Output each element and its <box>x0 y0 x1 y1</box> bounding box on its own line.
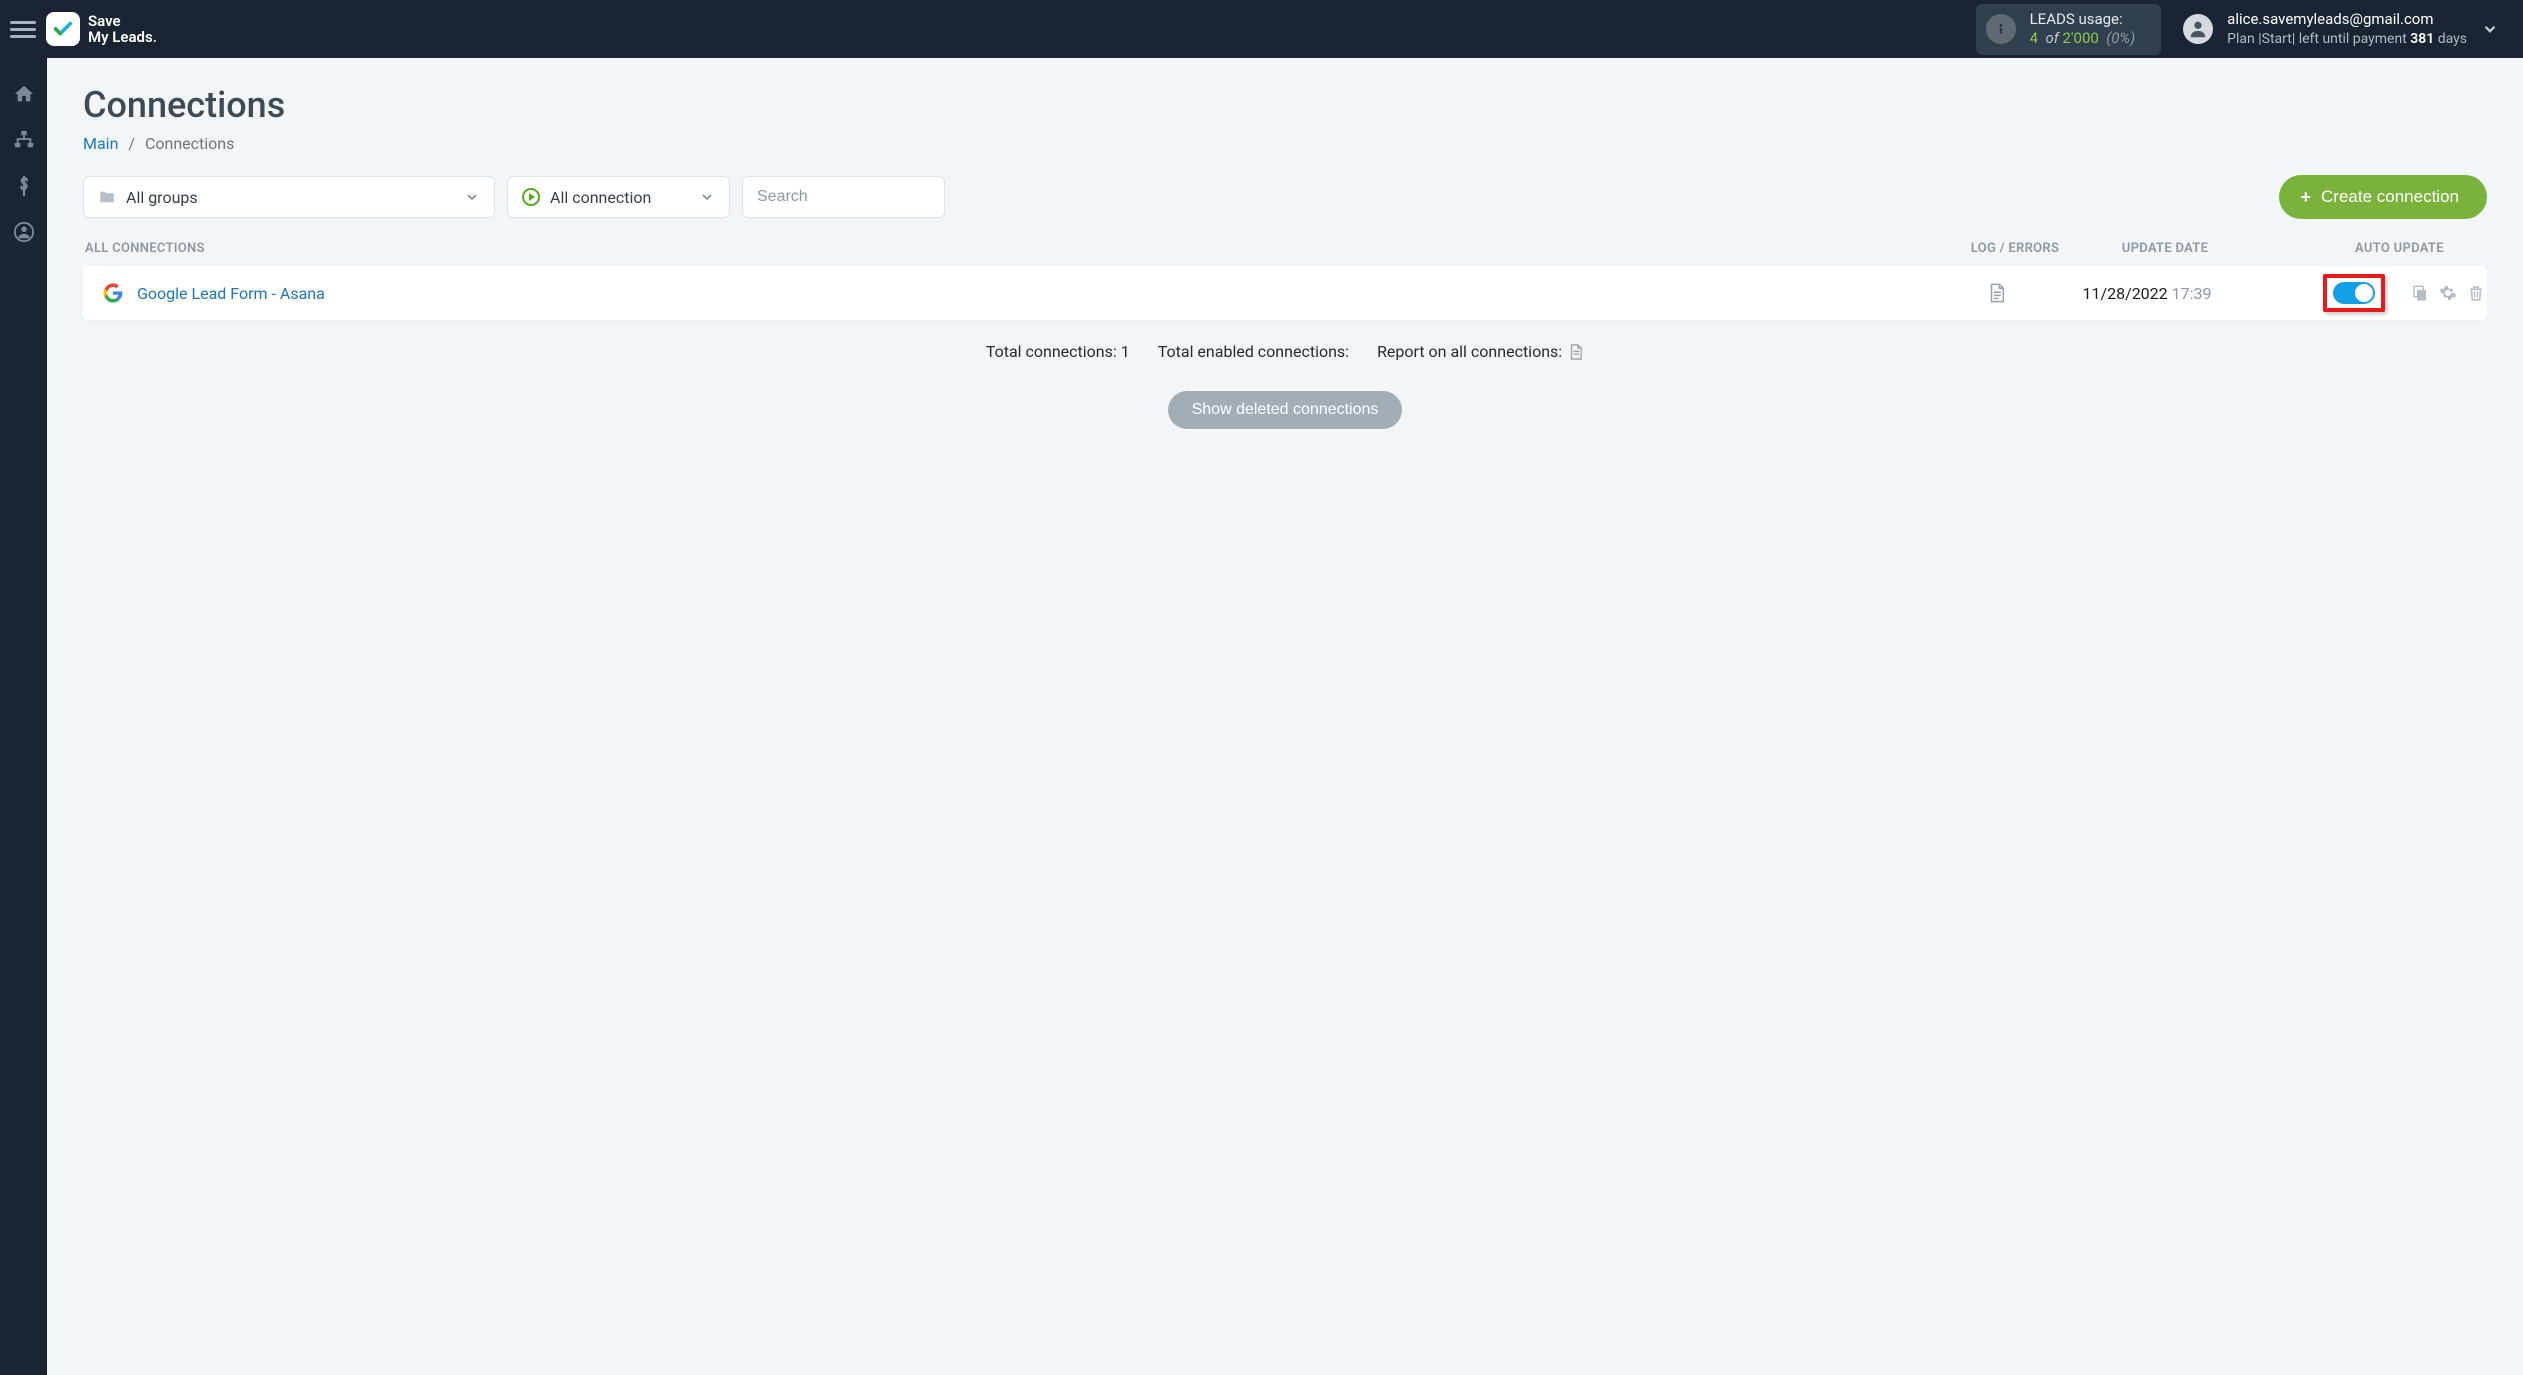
trash-icon[interactable] <box>2467 284 2485 302</box>
chevron-down-icon <box>464 189 480 205</box>
connection-row: Google Lead Form - Asana 11/28/2022 17:3… <box>83 266 2487 320</box>
plus-icon: + <box>2301 187 2312 208</box>
folder-icon <box>98 188 116 206</box>
search-input-wrapper <box>742 176 945 218</box>
info-icon <box>1986 14 2016 44</box>
column-log-errors: Log / Errors <box>1965 241 2065 256</box>
google-icon <box>103 283 123 303</box>
highlight-box <box>2323 274 2385 312</box>
menu-toggle-button[interactable] <box>10 16 36 42</box>
sidebar-item-profile[interactable] <box>0 210 47 254</box>
groups-filter-select[interactable]: All groups <box>83 176 495 218</box>
create-connection-button[interactable]: + Create connection <box>2279 175 2488 219</box>
avatar-icon <box>2183 14 2213 44</box>
chevron-down-icon <box>699 189 715 205</box>
usage-used: 4 <box>2030 29 2038 47</box>
account-plan: Plan |Start| left until payment 381 days <box>2227 30 2467 48</box>
column-auto-update: Auto update <box>2265 241 2485 256</box>
table-header: All connections Log / Errors Update date… <box>83 241 2487 266</box>
report-document-icon[interactable] <box>1568 343 1584 361</box>
column-update-date: Update date <box>2065 241 2265 256</box>
leads-usage-panel: LEADS usage: 4 of 2'000 (0%) <box>1976 4 2162 55</box>
search-input[interactable] <box>757 188 930 206</box>
page-title: Connections <box>83 84 2487 126</box>
breadcrumb-current: Connections <box>145 134 234 153</box>
auto-update-toggle[interactable] <box>2333 282 2375 304</box>
account-email: alice.savemyleads@gmail.com <box>2227 10 2467 30</box>
connection-name-link[interactable]: Google Lead Form - Asana <box>137 284 1947 303</box>
log-document-icon[interactable] <box>1987 282 2007 304</box>
play-circle-icon <box>522 188 540 206</box>
usage-percent: (0%) <box>2103 29 2136 47</box>
sidebar-item-billing[interactable] <box>0 164 47 208</box>
usage-total: 2'000 <box>2063 29 2099 47</box>
brand-name: Save My Leads. <box>88 13 157 46</box>
gear-icon[interactable] <box>2439 284 2457 302</box>
status-filter-select[interactable]: All connection <box>507 176 730 218</box>
chevron-down-icon[interactable] <box>2481 20 2499 38</box>
account-menu[interactable]: alice.savemyleads@gmail.com Plan |Start|… <box>2183 10 2507 48</box>
sidebar-item-home[interactable] <box>0 72 47 116</box>
breadcrumb: Main / Connections <box>83 134 2487 153</box>
sidebar-item-connections[interactable] <box>0 118 47 162</box>
column-all-connections: All connections <box>85 241 1965 256</box>
update-date-value: 11/28/2022 17:39 <box>2047 284 2247 303</box>
stats-summary: Total connections: 1 Total enabled conne… <box>83 342 2487 361</box>
breadcrumb-main-link[interactable]: Main <box>83 134 118 153</box>
show-deleted-button[interactable]: Show deleted connections <box>1168 391 1403 429</box>
copy-icon[interactable] <box>2411 284 2429 302</box>
logo-mark-icon <box>46 12 80 46</box>
usage-label: LEADS usage: <box>2030 10 2136 30</box>
brand-logo[interactable]: Save My Leads. <box>46 12 157 46</box>
sidebar-nav <box>0 58 47 1375</box>
